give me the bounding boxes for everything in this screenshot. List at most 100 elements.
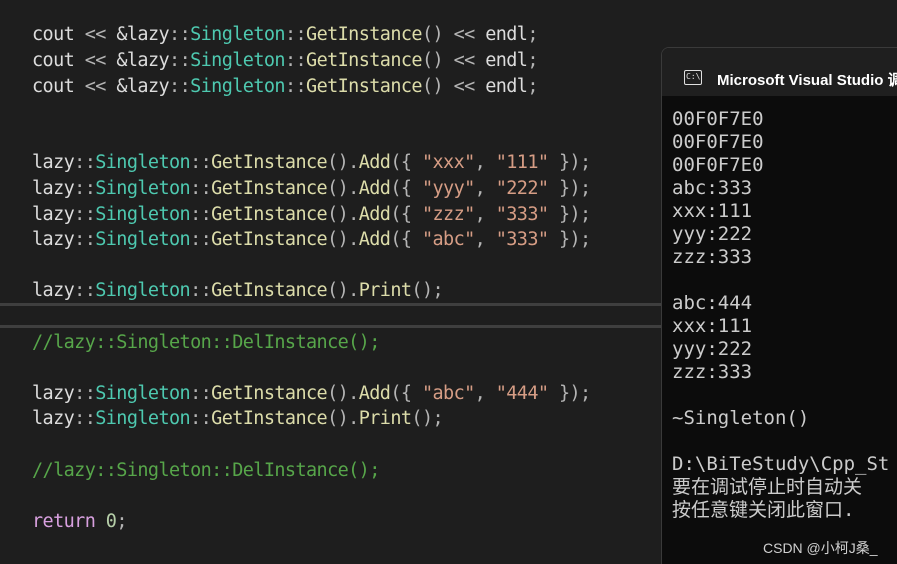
code-token: :: <box>190 152 212 173</box>
code-token: &lazy <box>116 24 170 45</box>
console-output-line: yyy:222 <box>672 338 753 360</box>
code-token: cout <box>32 24 85 45</box>
code-token: << <box>84 76 117 97</box>
code-token: Singleton <box>190 24 285 45</box>
console-output-line: 按任意键关闭此窗口. <box>672 499 855 521</box>
code-token: (). <box>327 204 359 225</box>
console-output-line: D:\BiTeStudy\Cpp_St <box>672 453 890 475</box>
code-token: ; <box>116 511 127 532</box>
console-output-line: 要在调试停止时自动关 <box>672 476 863 498</box>
code-token: GetInstance <box>306 24 423 45</box>
console-output-line: abc:444 <box>672 292 753 314</box>
code-line[interactable]: cout << &lazy::Singleton::GetInstance() … <box>32 75 538 99</box>
code-token: "333" <box>495 229 549 250</box>
code-token: ; <box>527 76 538 97</box>
code-token: ; <box>527 24 538 45</box>
console-output: 00F0F7E0 00F0F7E0 00F0F7E0 abc:333 xxx:111 yy… <box>672 108 889 522</box>
code-token: () << <box>421 76 486 97</box>
code-line[interactable]: lazy::Singleton::GetInstance().Add({ "xx… <box>32 151 591 175</box>
code-token: "333" <box>495 204 549 225</box>
console-output-line: zzz:333 <box>672 361 753 383</box>
code-token: (); <box>411 280 444 301</box>
code-token: }); <box>548 383 591 404</box>
console-app-icon: C:\ <box>684 70 702 85</box>
code-token: :: <box>74 152 96 173</box>
watermark: CSDN @小柯J桑_ <box>763 540 878 556</box>
code-line[interactable]: return 0; <box>32 510 127 534</box>
code-token: :: <box>74 178 96 199</box>
code-token: (). <box>327 408 359 429</box>
code-token: ({ <box>390 204 422 225</box>
code-token: (). <box>327 383 359 404</box>
code-line[interactable]: lazy::Singleton::GetInstance().Add({ "yy… <box>32 177 591 201</box>
code-token: ({ <box>390 229 422 250</box>
code-token: () << <box>421 24 486 45</box>
code-line[interactable]: cout << &lazy::Singleton::GetInstance() … <box>32 23 538 47</box>
code-token: Add <box>358 204 391 225</box>
code-token: GetInstance <box>211 229 328 250</box>
code-token: "yyy" <box>421 178 475 199</box>
code-line[interactable]: cout << &lazy::Singleton::GetInstance() … <box>32 49 538 73</box>
code-token: , <box>474 178 496 199</box>
console-window[interactable]: C:\ Microsoft Visual Studio 调 00F0F7E0 00… <box>661 47 897 564</box>
console-output-line: ~Singleton() <box>672 407 810 429</box>
code-token: Add <box>358 178 391 199</box>
code-line[interactable]: lazy::Singleton::GetInstance().Add({ "zz… <box>32 203 591 227</box>
code-token: lazy <box>32 178 75 199</box>
code-token: << <box>84 50 117 71</box>
code-token: GetInstance <box>211 280 328 301</box>
code-token: :: <box>74 408 96 429</box>
code-token: }); <box>548 204 591 225</box>
code-token: lazy <box>32 280 75 301</box>
code-token: ({ <box>390 152 422 173</box>
code-token: GetInstance <box>211 383 328 404</box>
code-token: GetInstance <box>306 50 423 71</box>
console-titlebar[interactable]: C:\ Microsoft Visual Studio 调 <box>662 48 897 96</box>
code-token: "zzz" <box>421 204 475 225</box>
code-line[interactable]: lazy::Singleton::GetInstance().Print(); <box>32 407 444 431</box>
code-token: Singleton <box>190 50 285 71</box>
code-token: lazy <box>32 204 75 225</box>
code-token: ; <box>527 50 538 71</box>
current-line-highlight <box>0 303 662 328</box>
code-token: (). <box>327 152 359 173</box>
code-token: Singleton <box>95 204 191 225</box>
code-token: (). <box>327 178 359 199</box>
code-token: :: <box>169 50 191 71</box>
code-token: :: <box>74 383 96 404</box>
code-token: :: <box>190 178 212 199</box>
console-output-line: 00F0F7E0 <box>672 108 764 130</box>
code-line[interactable]: //lazy::Singleton::DelInstance(); <box>32 331 380 355</box>
code-token: (). <box>327 229 359 250</box>
code-token: Add <box>358 383 391 404</box>
code-token: }); <box>548 178 591 199</box>
code-line[interactable]: lazy::Singleton::GetInstance().Print(); <box>32 279 444 303</box>
code-token: GetInstance <box>306 76 423 97</box>
code-token: lazy <box>32 383 75 404</box>
console-output-line: 00F0F7E0 <box>672 131 764 153</box>
code-line[interactable]: lazy::Singleton::GetInstance().Add({ "ab… <box>32 228 591 252</box>
code-token: "xxx" <box>421 152 475 173</box>
code-token: Singleton <box>190 76 285 97</box>
code-token: Print <box>358 280 412 301</box>
console-output-line: 00F0F7E0 <box>672 154 764 176</box>
code-token: lazy <box>32 229 75 250</box>
code-line[interactable]: lazy::Singleton::GetInstance().Add({ "ab… <box>32 382 591 406</box>
code-token: :: <box>74 280 96 301</box>
console-output-line: yyy:222 <box>672 223 753 245</box>
code-token: 0 <box>105 511 117 532</box>
code-line[interactable]: //lazy::Singleton::DelInstance(); <box>32 459 380 483</box>
code-token: ({ <box>390 178 422 199</box>
code-token: GetInstance <box>211 178 328 199</box>
code-token: :: <box>190 408 212 429</box>
code-token: () << <box>421 50 486 71</box>
code-token: "111" <box>495 152 549 173</box>
code-token: :: <box>169 76 191 97</box>
code-token: "abc" <box>421 229 475 250</box>
code-token: lazy <box>32 152 75 173</box>
code-token: Singleton <box>95 280 191 301</box>
code-token: Singleton <box>95 178 191 199</box>
code-token: :: <box>284 76 307 97</box>
